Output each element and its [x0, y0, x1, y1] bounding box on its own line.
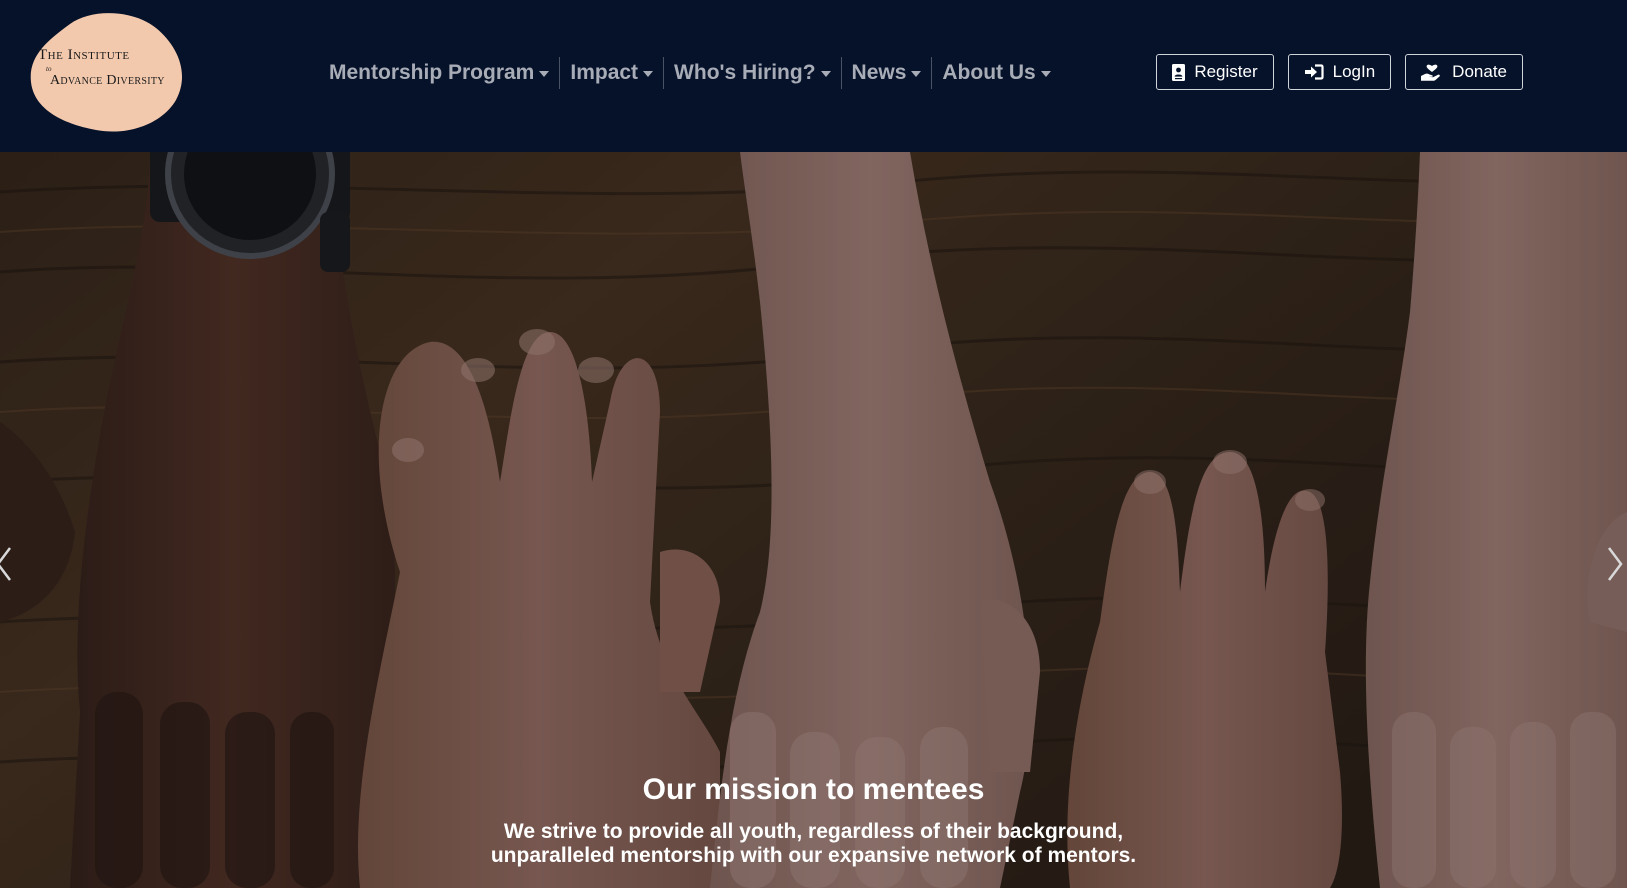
donate-button[interactable]: Donate — [1405, 54, 1523, 90]
caret-down-icon — [911, 71, 922, 77]
main-nav: Mentorship Program Impact Who's Hiring? … — [329, 56, 1061, 90]
carousel-prev-button[interactable] — [0, 544, 16, 584]
header-actions: Register LogIn Donate — [1156, 54, 1523, 90]
donate-label: Donate — [1452, 62, 1507, 81]
page: The Institute to Advance Diversity Mento… — [0, 0, 1627, 888]
id-badge-icon — [1172, 63, 1186, 81]
logo-text: The Institute to Advance Diversity — [30, 12, 186, 134]
register-button[interactable]: Register — [1156, 54, 1274, 90]
caret-down-icon — [539, 71, 550, 77]
nav-impact[interactable]: Impact — [560, 56, 663, 90]
caret-down-icon — [1040, 71, 1051, 77]
nav-label: Mentorship Program — [329, 61, 535, 84]
caption-text: We strive to provide all youth, regardle… — [490, 820, 1137, 867]
carousel-next-button[interactable] — [1603, 544, 1627, 584]
nav-news[interactable]: News — [842, 56, 932, 90]
logo-line-2: Advance Diversity — [50, 73, 165, 88]
caret-down-icon — [820, 71, 831, 77]
nav-label: News — [851, 61, 907, 84]
caption-title: Our mission to mentees — [642, 773, 985, 806]
nav-mentorship-program[interactable]: Mentorship Program — [329, 56, 559, 90]
caret-down-icon — [643, 71, 654, 77]
chevron-right-icon — [1608, 547, 1623, 581]
site-header: The Institute to Advance Diversity Mento… — [0, 0, 1627, 152]
hand-holding-heart-icon — [1421, 64, 1443, 81]
logo-to: to — [46, 65, 52, 73]
nav-about-us[interactable]: About Us — [932, 56, 1060, 90]
site-logo[interactable]: The Institute to Advance Diversity — [30, 12, 186, 134]
login-label: LogIn — [1332, 62, 1376, 81]
chevron-left-icon — [0, 547, 11, 581]
nav-label: Who's Hiring? — [674, 61, 816, 84]
login-button[interactable]: LogIn — [1287, 54, 1392, 90]
sign-in-icon — [1304, 64, 1324, 80]
nav-whos-hiring[interactable]: Who's Hiring? — [664, 56, 840, 90]
hero-carousel: Our mission to mentees We strive to prov… — [0, 152, 1627, 888]
carousel-caption: Our mission to mentees We strive to prov… — [0, 770, 1627, 868]
nav-label: Impact — [570, 61, 639, 84]
register-label: Register — [1194, 62, 1258, 81]
nav-label: About Us — [942, 61, 1036, 84]
logo-line-1: The Institute — [38, 47, 130, 63]
